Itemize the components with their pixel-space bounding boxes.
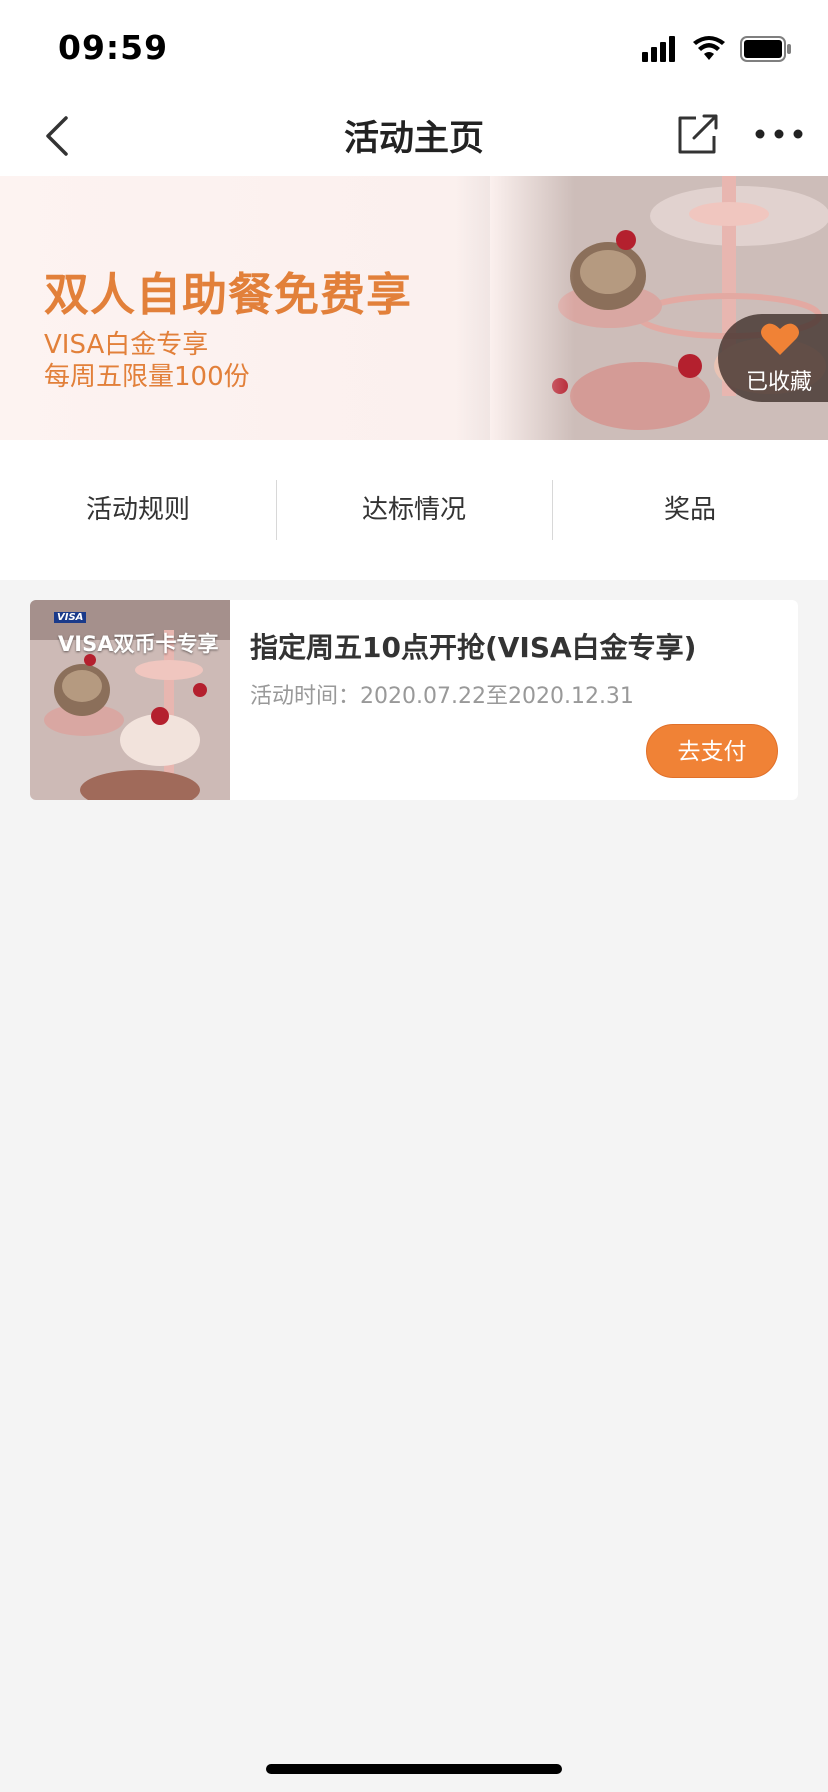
- cellular-signal-icon: [642, 36, 675, 62]
- navigation-bar: 活动主页: [0, 96, 828, 176]
- tab-bar: 活动规则 达标情况 奖品: [0, 440, 828, 580]
- thumbnail-label: VISA双币卡专享: [58, 632, 219, 656]
- activity-time: 活动时间：2020.07.22至2020.12.31: [250, 684, 634, 709]
- favorite-label: 已收藏: [746, 370, 813, 395]
- more-icon[interactable]: [754, 124, 804, 144]
- activity-thumbnail: VISA VISA双币卡专享: [30, 600, 230, 800]
- banner-title: 双人自助餐免费享: [44, 268, 413, 321]
- favorite-button[interactable]: 已收藏: [718, 314, 828, 402]
- pay-button[interactable]: 去支付: [646, 724, 778, 778]
- activity-card[interactable]: VISA VISA双币卡专享 指定周五10点开抢(VISA白金专享) 活动时间：…: [30, 600, 798, 800]
- tab-progress[interactable]: 达标情况: [276, 480, 552, 540]
- banner-subtitle-quota: 每周五限量100份: [44, 362, 250, 392]
- wifi-icon: [693, 36, 725, 60]
- tab-rules[interactable]: 活动规则: [0, 480, 276, 540]
- visa-logo: VISA: [54, 612, 87, 623]
- activity-title: 指定周五10点开抢(VISA白金专享): [250, 631, 697, 664]
- status-bar: 09:59: [0, 0, 828, 96]
- status-icons: [642, 34, 792, 64]
- home-indicator[interactable]: [266, 1764, 562, 1774]
- status-time: 09:59: [58, 28, 169, 67]
- promo-banner[interactable]: 双人自助餐免费享 VISA白金专享 每周五限量100份 已收藏: [0, 176, 828, 440]
- tab-prizes[interactable]: 奖品: [552, 480, 828, 540]
- battery-icon: [740, 36, 791, 62]
- heart-icon: [761, 323, 799, 355]
- share-icon[interactable]: [676, 112, 720, 156]
